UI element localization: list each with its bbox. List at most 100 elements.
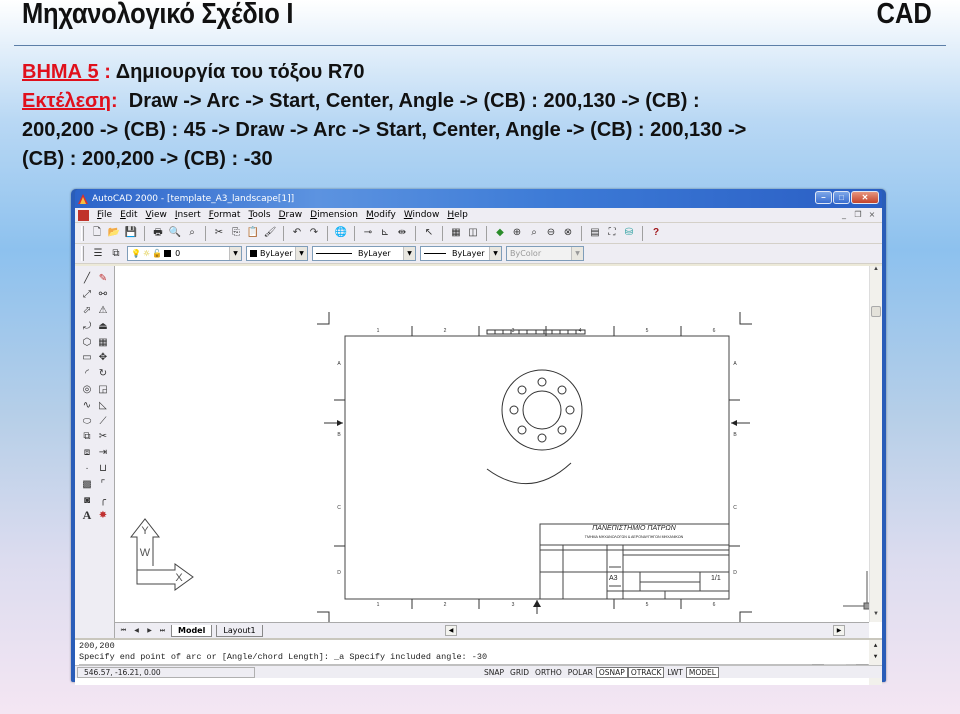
doc-minimize-button[interactable]: _ <box>838 209 850 220</box>
explode-icon[interactable]: ✸ <box>95 508 111 524</box>
layer-dropdown[interactable]: 💡 ☼ 🔓 0 ▼ <box>127 246 242 261</box>
menu-view[interactable]: View <box>142 210 171 220</box>
rectangle-icon[interactable]: ▭ <box>79 350 95 366</box>
vertical-scrollbar[interactable]: ▲ ▼ <box>869 266 882 622</box>
mirror-icon[interactable]: ⚠ <box>95 303 111 319</box>
chevron-down-icon[interactable]: ▼ <box>229 247 241 260</box>
design-center-icon[interactable]: ⛶ <box>605 226 619 240</box>
chamfer-icon[interactable]: ⌜ <box>95 476 111 492</box>
copy-icon[interactable]: ⎘ <box>229 226 243 240</box>
array-icon[interactable]: ▦ <box>95 334 111 350</box>
scroll-track[interactable] <box>457 625 833 635</box>
last-tab-icon[interactable]: ⏭ <box>158 627 167 635</box>
menu-tools[interactable]: Tools <box>244 210 274 220</box>
toolbar-grip[interactable] <box>81 246 84 261</box>
multiline-text-icon[interactable]: A <box>79 508 95 524</box>
scroll-down-icon[interactable]: ▼ <box>870 611 882 622</box>
dbconnect-icon[interactable]: ⛁ <box>622 226 636 240</box>
status-toggle-otrack[interactable]: OTRACK <box>627 666 665 678</box>
zoom-previous-icon[interactable]: ⊖ <box>544 226 558 240</box>
break-icon[interactable]: ⊔ <box>95 461 111 477</box>
move-icon[interactable]: ✥ <box>95 350 111 366</box>
color-dropdown[interactable]: ByLayer ▼ <box>246 246 308 261</box>
status-toggle-osnap[interactable]: OSNAP <box>595 666 628 678</box>
new-icon[interactable]: 🗋 <box>90 226 104 240</box>
window-titlebar[interactable]: AutoCAD 2000 - [template_A3_landscape[1]… <box>75 189 882 208</box>
undo-icon[interactable]: ↶ <box>290 226 304 240</box>
ellipse-icon[interactable]: ⬭ <box>79 413 95 429</box>
status-toggle-lwt[interactable]: LWT <box>664 667 686 678</box>
named-views-icon[interactable]: ▦ <box>449 226 463 240</box>
trim-icon[interactable]: ✂ <box>95 429 111 445</box>
lengthen-icon[interactable]: ⟋ <box>95 413 111 429</box>
3d-view-icon[interactable]: ◫ <box>466 226 480 240</box>
make-block-icon[interactable]: ⧈ <box>79 445 95 461</box>
lineweight-dropdown[interactable]: ByLayer ▼ <box>420 246 502 261</box>
menu-help[interactable]: Help <box>443 210 472 220</box>
linetype-dropdown[interactable]: ByLayer ▼ <box>312 246 416 261</box>
extend-icon[interactable]: ⇥ <box>95 445 111 461</box>
hexagon-icon[interactable]: ⬡ <box>79 334 95 350</box>
hyperlink-icon[interactable]: 🌐 <box>334 226 348 240</box>
pan-icon[interactable]: ◆ <box>493 226 507 240</box>
print-icon[interactable]: 🖶 <box>151 226 165 240</box>
construction-line-icon[interactable]: ⤢ <box>79 287 95 303</box>
minimize-button[interactable]: – <box>815 191 832 204</box>
tab-layout1[interactable]: Layout1 <box>216 624 263 637</box>
copy-object-icon[interactable]: ⚯ <box>95 287 111 303</box>
status-toggle-ortho[interactable]: ORTHO <box>532 667 565 678</box>
chevron-down-icon[interactable]: ▼ <box>403 247 415 260</box>
menu-file[interactable]: File <box>93 210 116 220</box>
menu-format[interactable]: Format <box>205 210 245 220</box>
print-preview-icon[interactable]: 🔍 <box>168 226 182 240</box>
menu-edit[interactable]: Edit <box>116 210 141 220</box>
spline-icon[interactable]: ∿ <box>79 397 95 413</box>
doc-restore-button[interactable]: ❐ <box>852 209 864 220</box>
horizontal-scrollbar[interactable]: ◀ ▶ <box>445 625 845 636</box>
menu-dimension[interactable]: Dimension <box>306 210 362 220</box>
status-toggle-grid[interactable]: GRID <box>507 667 532 678</box>
object-snap-icon[interactable]: ⊸ <box>361 226 375 240</box>
chevron-down-icon[interactable]: ▼ <box>571 247 583 260</box>
hatch-icon[interactable]: ▩ <box>79 476 95 492</box>
toolbar-grip[interactable] <box>81 225 84 241</box>
region-icon[interactable]: ◙ <box>79 492 95 508</box>
redo-icon[interactable]: ↷ <box>307 226 321 240</box>
circle-icon[interactable]: ◎ <box>79 382 95 398</box>
drawing-canvas[interactable]: 11223345566AABBCCDD ΠΑΝΕΠΙΣΤΗΜΙΟ ΠΑΤΡΩΝ … <box>115 266 882 638</box>
save-icon[interactable]: 💾 <box>124 226 138 240</box>
chevron-down-icon[interactable]: ▼ <box>489 247 501 260</box>
open-icon[interactable]: 📂 <box>107 226 121 240</box>
tab-model[interactable]: Model <box>171 624 213 637</box>
polyline-icon[interactable]: ⬀ <box>79 303 95 319</box>
scroll-right-icon[interactable]: ▶ <box>833 625 845 636</box>
match-properties-icon[interactable]: 🖌 <box>263 226 277 240</box>
doc-close-button[interactable]: × <box>866 209 878 220</box>
layer-manager-icon[interactable]: ☰ <box>91 247 105 261</box>
status-toggle-snap[interactable]: SNAP <box>481 667 507 678</box>
zoom-realtime-icon[interactable]: ⊕ <box>510 226 524 240</box>
rotate-icon[interactable]: ↻ <box>95 366 111 382</box>
cut-icon[interactable]: ✂ <box>212 226 226 240</box>
ucs-icon[interactable]: ⊾ <box>378 226 392 240</box>
point-icon[interactable]: · <box>79 461 95 477</box>
status-toggle-polar[interactable]: POLAR <box>565 667 596 678</box>
zoom-window-icon[interactable]: ⌕ <box>527 226 541 240</box>
scroll-left-icon[interactable]: ◀ <box>445 625 457 636</box>
find-icon[interactable]: ⌕ <box>185 226 199 240</box>
erase-icon[interactable]: ✎ <box>95 271 111 287</box>
scroll-up-icon[interactable]: ▲ <box>870 266 882 277</box>
scale-icon[interactable]: ◲ <box>95 382 111 398</box>
menu-modify[interactable]: Modify <box>362 210 400 220</box>
close-button[interactable]: ✕ <box>851 191 879 204</box>
distance-icon[interactable]: ⇹ <box>395 226 409 240</box>
arc-icon[interactable]: ◜ <box>79 366 95 382</box>
scroll-thumb[interactable] <box>871 306 881 317</box>
first-tab-icon[interactable]: ⏮ <box>119 627 128 635</box>
chevron-down-icon[interactable]: ▼ <box>295 247 307 260</box>
paste-icon[interactable]: 📋 <box>246 226 260 240</box>
make-layer-current-icon[interactable]: ⧉ <box>109 247 123 261</box>
properties-icon[interactable]: ▤ <box>588 226 602 240</box>
menu-draw[interactable]: Draw <box>275 210 307 220</box>
line-icon[interactable]: ╱ <box>79 271 95 287</box>
